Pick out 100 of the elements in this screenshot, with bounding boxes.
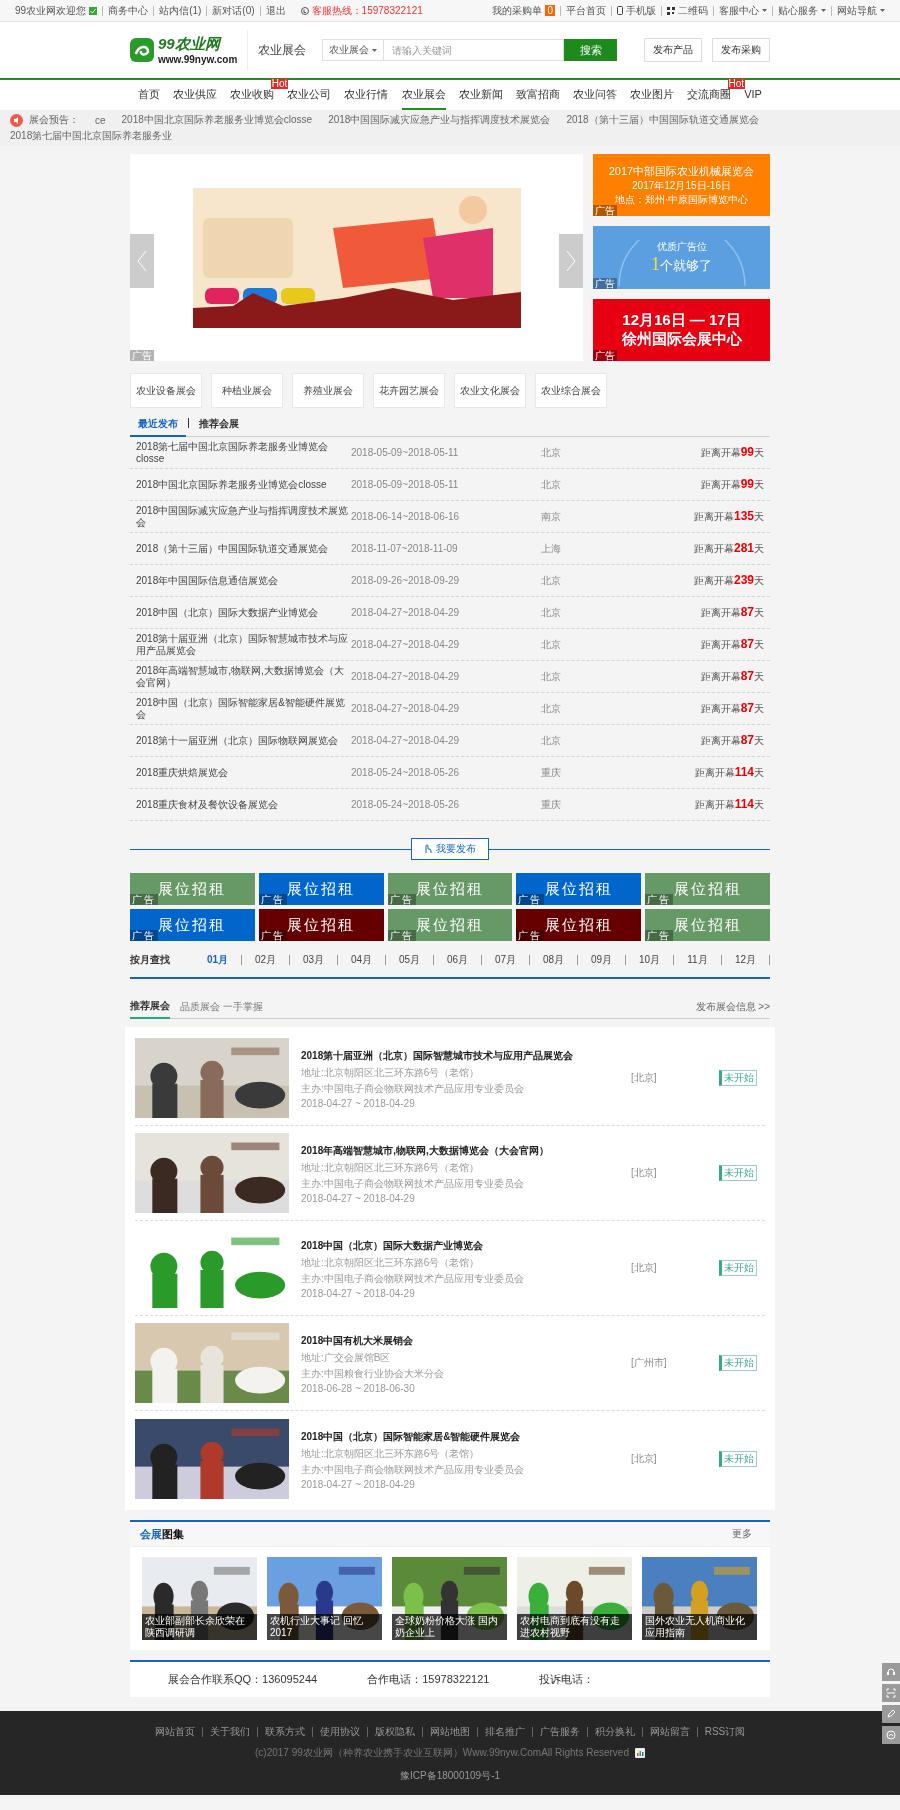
footer-link[interactable]: RSS订阅	[696, 1727, 753, 1737]
search-button[interactable]: 搜索	[564, 39, 618, 61]
expo-name-link[interactable]: 2018中国（北京）国际大数据产业博览会	[136, 606, 351, 619]
month-link[interactable]: 06月	[434, 955, 482, 965]
photo-caption[interactable]: 农业部副部长余欣荣在陕西调研调	[142, 1614, 257, 1640]
side-ad[interactable]: 优质广告位 1个就够了 广告	[593, 226, 770, 289]
ticker-link[interactable]: ce	[95, 114, 106, 126]
expo-name-link[interactable]: 2018年高端智慧城市,物联网,大数据博览会（大会官网）	[136, 664, 351, 689]
ticker-link[interactable]: 2018中国北京国际养老服务业博览会closse	[121, 113, 313, 127]
expo-name-link[interactable]: 2018第十届亚洲（北京）国际智慧城市技术与应用产品展览会	[136, 632, 351, 657]
month-link[interactable]: 04月	[338, 955, 386, 965]
phone-icon	[300, 6, 309, 15]
search-field[interactable]: 请输入关键词	[384, 39, 565, 61]
expo-name-link[interactable]: 2018中国国际减灾应急产业与指挥调度技术展览会	[136, 504, 351, 529]
expo-title-link[interactable]: 2018中国有机大米展销会	[301, 1332, 581, 1349]
ticker-link[interactable]: 2018第七届中国北京国际养老服务业	[10, 129, 173, 143]
category-button[interactable]: 农业设备展会	[130, 373, 202, 408]
expo-dates: 2018-11-07~2018-11-09	[351, 543, 459, 554]
side-tool-button[interactable]	[882, 1684, 900, 1702]
top-link[interactable]: 商务中心	[102, 5, 154, 16]
publish-button[interactable]: 发布采购	[712, 38, 770, 62]
side-tool-button[interactable]	[882, 1663, 900, 1681]
top-link[interactable]: 站内信(1)	[153, 5, 207, 16]
month-link[interactable]: 01月	[194, 955, 242, 965]
footer-link[interactable]: 广告服务	[531, 1727, 587, 1737]
expo-organizer: 主办:中国电子商会物联网技术产品应用专业委员会	[301, 1462, 525, 1477]
category-button[interactable]: 农业综合展会	[535, 373, 607, 408]
contact-text: 合作电话：15978322121	[367, 1672, 490, 1687]
footer-link[interactable]: 网站留言	[641, 1727, 697, 1737]
photo-caption[interactable]: 全球奶粉价格大涨 国内奶企业上	[392, 1614, 507, 1640]
expo-name-link[interactable]: 2018第十一届亚洲（北京）国际物联网展览会	[136, 734, 351, 747]
expo-name-link[interactable]: 2018重庆食材及餐饮设备展览会	[136, 798, 351, 811]
nav-item[interactable]: 致富招商	[515, 80, 560, 110]
footer-link[interactable]: 排名推广	[476, 1727, 532, 1737]
month-link[interactable]: 10月	[626, 955, 674, 965]
footer-link[interactable]: 积分换礼	[586, 1727, 642, 1737]
publish-link[interactable]: 发布展会信息 >>	[695, 999, 770, 1014]
top-link[interactable]: 新对话(0)	[206, 5, 260, 16]
list-tab[interactable]: 推荐会展	[191, 417, 247, 437]
top-link[interactable]: 网站导航	[831, 5, 890, 16]
photo-caption[interactable]: 农村电商到底有没有走进农村视野	[517, 1614, 632, 1640]
expo-name-link[interactable]: 2018中国北京国际养老服务业博览会closse	[136, 478, 351, 491]
category-button[interactable]: 养殖业展会	[292, 373, 364, 408]
expo-dates: 2018-04-27~2018-04-29	[351, 607, 461, 618]
footer-link[interactable]: 版权隐私	[366, 1727, 422, 1737]
nav-item[interactable]: 农业图片	[630, 80, 674, 110]
side-ad[interactable]: 2017中部国际农业机械展览会 2017年12月15日-16日 地点：郑州·中原国际博览中心 广告	[593, 154, 770, 217]
footer-link[interactable]: 使用协议	[311, 1727, 367, 1737]
nav-item[interactable]: VIP	[744, 80, 762, 110]
month-link[interactable]: 05月	[386, 955, 434, 965]
side-tool-button[interactable]	[882, 1726, 900, 1744]
post-exhibition-button[interactable]: 我要发布	[411, 838, 489, 860]
expo-name-link[interactable]: 2018重庆烘焙展览会	[136, 766, 351, 779]
ticker-link[interactable]: 2018（第十三届）中国国际轨道交通展览会	[566, 113, 759, 127]
top-link[interactable]: 客服中心	[713, 5, 772, 16]
month-link[interactable]: 07月	[482, 955, 530, 965]
nav-item[interactable]: 农业供应	[173, 80, 218, 110]
month-link[interactable]: 02月	[242, 955, 290, 965]
cart-link[interactable]: 我的采购单	[492, 3, 543, 18]
more-link[interactable]: 更多	[732, 1527, 752, 1541]
nav-item[interactable]: 首页	[138, 80, 160, 110]
expo-name-link[interactable]: 2018中国（北京）国际智能家居&智能硬件展览会	[136, 696, 351, 721]
top-link[interactable]: 手机版	[611, 5, 661, 16]
expo-title-link[interactable]: 2018第十届亚洲（北京）国际智慧城市技术与应用产品展览会	[301, 1047, 581, 1064]
expo-name-link[interactable]: 2018第七届中国北京国际养老服务业博览会closse	[136, 440, 351, 465]
top-link[interactable]: 二维码	[661, 5, 713, 16]
expo-title-link[interactable]: 2018年高端智慧城市,物联网,大数据博览会（大会官网）	[301, 1142, 581, 1159]
list-tab[interactable]: 最近发布	[130, 417, 186, 437]
search-scope-select[interactable]: 农业展会	[322, 39, 385, 61]
top-link[interactable]: 退出	[259, 5, 291, 16]
expo-name-link[interactable]: 2018年中国国际信息通信展览会	[136, 574, 351, 587]
category-button[interactable]: 种植业展会	[211, 373, 283, 408]
month-link[interactable]: 09月	[578, 955, 626, 965]
publish-button[interactable]: 发布产品	[644, 38, 702, 62]
nav-item[interactable]: 农业新闻	[458, 80, 503, 110]
contact-text: 投诉电话：	[539, 1672, 595, 1687]
nav-item[interactable]: 农业问答	[572, 80, 617, 110]
footer-link[interactable]: 网站地图	[421, 1727, 477, 1737]
side-ad[interactable]: 12月16日 — 17日 徐州国际会展中心 广告	[593, 298, 770, 361]
logo-icon	[130, 38, 154, 62]
photo-caption[interactable]: 国外农业无人机商业化应用指南	[642, 1614, 757, 1640]
footer-link[interactable]: 联系方式	[256, 1727, 312, 1737]
category-button[interactable]: 花卉园艺展会	[373, 373, 445, 408]
top-link[interactable]: 平台首页	[560, 5, 611, 16]
nav-item[interactable]: 农业公司	[287, 80, 332, 110]
month-link[interactable]: 11月	[674, 955, 722, 965]
expo-title-link[interactable]: 2018中国（北京）国际大数据产业博览会	[301, 1237, 581, 1254]
expo-name-link[interactable]: 2018（第十三届）中国国际轨道交通展览会	[136, 542, 351, 555]
month-link[interactable]: 12月	[722, 955, 770, 965]
ticker-link[interactable]: 2018中国国际减灾应急产业与指挥调度技术展览会	[328, 113, 551, 127]
footer-link[interactable]: 网站首页	[147, 1727, 202, 1737]
category-button[interactable]: 农业文化展会	[454, 373, 526, 408]
month-link[interactable]: 03月	[290, 955, 338, 965]
side-tool-button[interactable]	[882, 1705, 900, 1723]
expo-title-link[interactable]: 2018中国（北京）国际智能家居&智能硬件展览会	[301, 1427, 581, 1445]
month-link[interactable]: 08月	[530, 955, 578, 965]
top-link[interactable]: 贴心服务	[772, 5, 831, 16]
nav-item[interactable]: 农业行情	[344, 80, 389, 110]
footer-link[interactable]: 关于我们	[201, 1727, 257, 1737]
photo-caption[interactable]: 农机行业大事记 回忆2017	[267, 1614, 382, 1640]
